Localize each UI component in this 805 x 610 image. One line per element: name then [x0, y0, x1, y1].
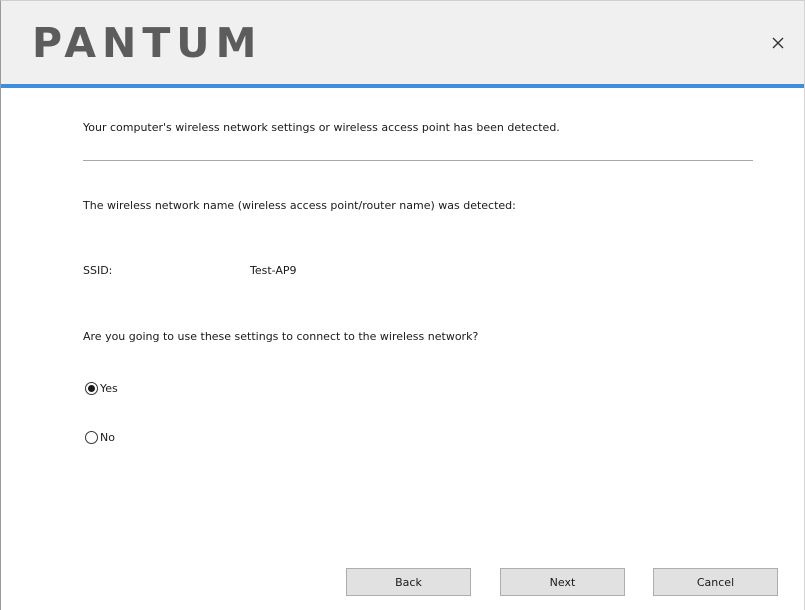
ssid-intro-text: The wireless network name (wireless acce…	[83, 199, 516, 212]
cancel-button[interactable]: Cancel	[653, 568, 778, 596]
radio-yes[interactable]: Yes	[85, 382, 118, 395]
close-button[interactable]	[766, 31, 790, 55]
installer-window: PANTUM Your computer's wireless network …	[0, 0, 805, 610]
question-text: Are you going to use these settings to c…	[83, 330, 479, 343]
radio-selected-dot	[88, 385, 95, 392]
header: PANTUM	[1, 1, 804, 84]
close-icon	[772, 37, 784, 49]
radio-no-label: No	[100, 431, 115, 444]
ssid-label: SSID:	[83, 264, 113, 277]
next-button[interactable]: Next	[500, 568, 625, 596]
radio-button-icon	[85, 431, 98, 444]
divider	[83, 160, 753, 161]
ssid-value: Test-AP9	[250, 264, 297, 277]
pantum-logo: PANTUM	[32, 19, 263, 67]
back-button[interactable]: Back	[346, 568, 471, 596]
radio-no[interactable]: No	[85, 431, 115, 444]
radio-yes-label: Yes	[100, 382, 118, 395]
radio-button-icon	[85, 382, 98, 395]
accent-bar	[1, 84, 804, 88]
detected-message: Your computer's wireless network setting…	[83, 121, 560, 134]
